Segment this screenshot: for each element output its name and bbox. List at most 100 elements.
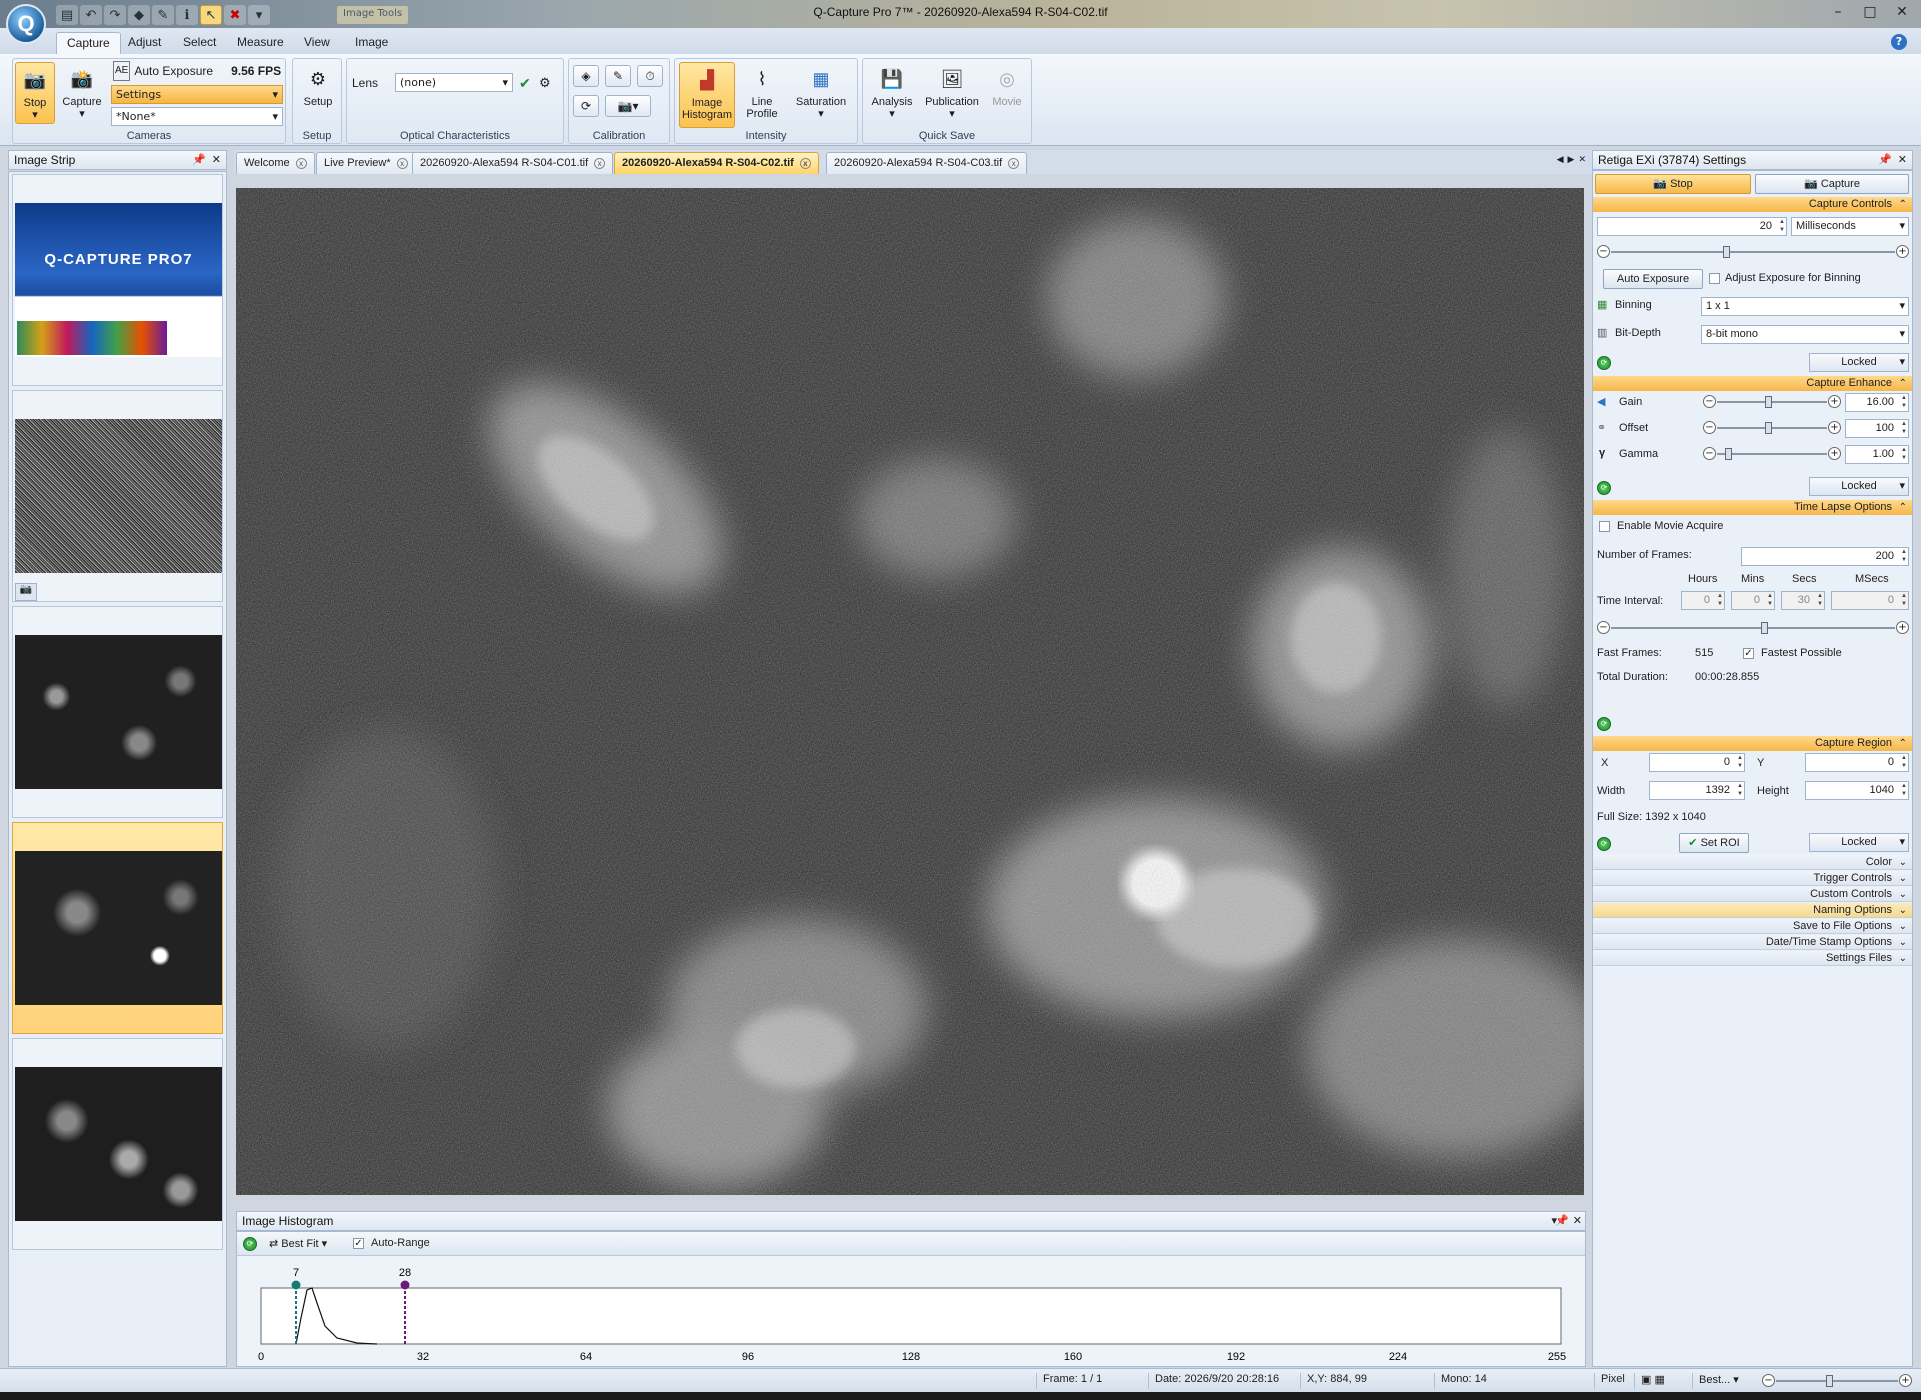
set-roi-button[interactable]: ✔ Set ROI	[1679, 833, 1749, 853]
tab-capture[interactable]: Capture	[56, 32, 121, 54]
locked-select-controls[interactable]: Locked	[1809, 353, 1909, 372]
exposure-input[interactable]: 20	[1597, 217, 1787, 236]
minus-icon[interactable]: −	[1703, 395, 1716, 408]
binning-select[interactable]: 1 x 1	[1701, 297, 1909, 316]
interval-msecs-input[interactable]: 0	[1831, 591, 1909, 610]
doc-tab-live-preview[interactable]: Live Preview* x	[316, 152, 416, 174]
plus-icon[interactable]: +	[1896, 621, 1909, 634]
doc-tab-c03[interactable]: 20260920-Alexa594 R-S04-C03.tif x	[826, 152, 1028, 174]
best-fit-dropdown[interactable]: ⇄ Best Fit ▾	[269, 1237, 327, 1250]
lens-settings-icon[interactable]: ⚙	[539, 73, 551, 93]
interval-hours-input[interactable]: 0	[1681, 591, 1725, 610]
low-marker-handle[interactable]	[291, 1280, 301, 1290]
saturation-button[interactable]: ▦ Saturation ▾	[791, 62, 851, 124]
minus-icon[interactable]: −	[1703, 421, 1716, 434]
capture-controls-header[interactable]: Capture Controls ⌃	[1593, 197, 1912, 212]
naming-options-section[interactable]: Naming Options ⌄	[1593, 903, 1912, 918]
bit-depth-select[interactable]: 8-bit mono	[1701, 325, 1909, 344]
locked-select-enhance[interactable]: Locked	[1809, 477, 1909, 496]
plus-icon[interactable]: +	[1896, 245, 1909, 258]
interval-secs-input[interactable]: 30	[1781, 591, 1825, 610]
close-tab-icon[interactable]: x	[295, 157, 307, 169]
close-icon[interactable]: ✕	[1891, 3, 1913, 21]
auto-range-checkbox[interactable]: ✓	[353, 1238, 364, 1249]
slider-thumb[interactable]	[1765, 422, 1772, 434]
lens-dropdown[interactable]: (none) ▾	[395, 73, 513, 92]
close-tab-icon[interactable]: x	[1008, 157, 1020, 169]
trigger-controls-section[interactable]: Trigger Controls ⌄	[1593, 871, 1912, 886]
time-calibration-icon[interactable]: ⏱	[637, 65, 663, 87]
calibrate-icon[interactable]: ◈	[573, 65, 599, 87]
slider-thumb[interactable]	[1826, 1375, 1833, 1387]
thumbnail-c02[interactable]	[12, 822, 223, 1034]
help-icon[interactable]: ?	[1891, 34, 1907, 50]
minus-icon[interactable]: −	[1703, 447, 1716, 460]
tab-measure[interactable]: Measure	[227, 32, 294, 54]
offset-slider[interactable]: − +	[1703, 421, 1841, 435]
offset-input[interactable]: 100	[1845, 419, 1909, 438]
image-histogram-button[interactable]: ▟ Image Histogram	[679, 62, 735, 128]
tab-select[interactable]: Select	[173, 32, 226, 54]
y-input[interactable]: 0	[1805, 753, 1909, 772]
exposure-slider[interactable]: − +	[1597, 245, 1909, 259]
maximize-icon[interactable]: □	[1859, 3, 1881, 21]
tab-scroll-arrows[interactable]: ◀▶✕	[1557, 155, 1590, 165]
capture-enhance-header[interactable]: Capture Enhance ⌃	[1593, 376, 1912, 391]
plus-icon[interactable]: +	[1828, 395, 1841, 408]
refresh-icon[interactable]: ⟳	[243, 1237, 257, 1251]
doc-tab-c01[interactable]: 20260920-Alexa594 R-S04-C01.tif x	[412, 152, 614, 174]
time-lapse-header[interactable]: Time Lapse Options ⌃	[1593, 500, 1912, 515]
refresh-enhance-icon[interactable]: ⟳	[1597, 481, 1611, 495]
slider-thumb[interactable]	[1725, 448, 1732, 460]
refresh-calibration-icon[interactable]: ⟳	[573, 95, 599, 117]
fit-view-icon[interactable]: ▣ ▦	[1634, 1373, 1665, 1389]
settings-capture-button[interactable]: 📷 Capture	[1755, 174, 1909, 194]
close-tab-icon[interactable]: x	[594, 157, 606, 169]
application-menu-button[interactable]: Q	[6, 4, 46, 44]
pin-icon[interactable]: 📌	[1555, 1214, 1569, 1227]
movie-button[interactable]: ◎ Movie	[985, 62, 1029, 124]
plus-icon[interactable]: +	[1899, 1374, 1912, 1387]
num-frames-input[interactable]: 200	[1741, 547, 1909, 566]
camera-calibration-icon[interactable]: 📷▾	[605, 95, 651, 117]
zoom-slider[interactable]: − +	[1762, 1374, 1912, 1388]
high-marker-handle[interactable]	[400, 1280, 410, 1290]
locked-select-region[interactable]: Locked	[1809, 833, 1909, 852]
tab-adjust[interactable]: Adjust	[118, 32, 171, 54]
slider-thumb[interactable]	[1761, 622, 1768, 634]
minus-icon[interactable]: −	[1762, 1374, 1775, 1387]
interval-mins-input[interactable]: 0	[1731, 591, 1775, 610]
thumbnail-c03[interactable]	[12, 1038, 223, 1250]
date-time-stamp-section[interactable]: Date/Time Stamp Options ⌄	[1593, 935, 1912, 950]
plus-icon[interactable]: +	[1828, 421, 1841, 434]
close-icon[interactable]: ✕	[1898, 153, 1907, 166]
enable-movie-checkbox[interactable]	[1599, 521, 1610, 532]
publication-button[interactable]: 🖼 Publication ▾	[921, 62, 983, 124]
zoom-dropdown[interactable]: Best... ▾	[1692, 1373, 1739, 1389]
refresh-timelapse-icon[interactable]: ⟳	[1597, 717, 1611, 731]
fastest-possible-checkbox[interactable]: ✓	[1743, 648, 1754, 659]
tab-view[interactable]: View	[294, 32, 340, 54]
minus-icon[interactable]: −	[1597, 621, 1610, 634]
width-input[interactable]: 1392	[1649, 781, 1745, 800]
thumbnail-live-preview[interactable]: 📷	[12, 390, 223, 602]
plus-icon[interactable]: +	[1828, 447, 1841, 460]
close-tab-icon[interactable]: x	[799, 157, 811, 169]
settings-dropdown[interactable]: Settings ▾	[111, 85, 283, 104]
auto-exposure-button[interactable]: Auto Exposure	[1603, 269, 1703, 289]
stop-button[interactable]: 📷 Stop ▾	[15, 62, 55, 124]
pin-icon[interactable]: 📌	[192, 153, 206, 166]
image-strip[interactable]: Q-CAPTURE PRO7 📷	[8, 171, 227, 1367]
apply-lens-icon[interactable]: ✔	[519, 73, 531, 93]
exposure-unit-select[interactable]: Milliseconds	[1791, 217, 1909, 236]
settings-files-section[interactable]: Settings Files ⌄	[1593, 951, 1912, 966]
capture-region-header[interactable]: Capture Region ⌃	[1593, 736, 1912, 751]
thumbnail-c01[interactable]	[12, 606, 223, 818]
image-viewer[interactable]	[236, 188, 1584, 1195]
gamma-slider[interactable]: − +	[1703, 447, 1841, 461]
x-input[interactable]: 0	[1649, 753, 1745, 772]
capture-button[interactable]: 📸 Capture ▾	[59, 62, 105, 124]
setup-button[interactable]: ⚙ Setup	[295, 62, 341, 124]
refresh-region-icon[interactable]: ⟳	[1597, 837, 1611, 851]
close-tab-icon[interactable]: x	[396, 157, 408, 169]
